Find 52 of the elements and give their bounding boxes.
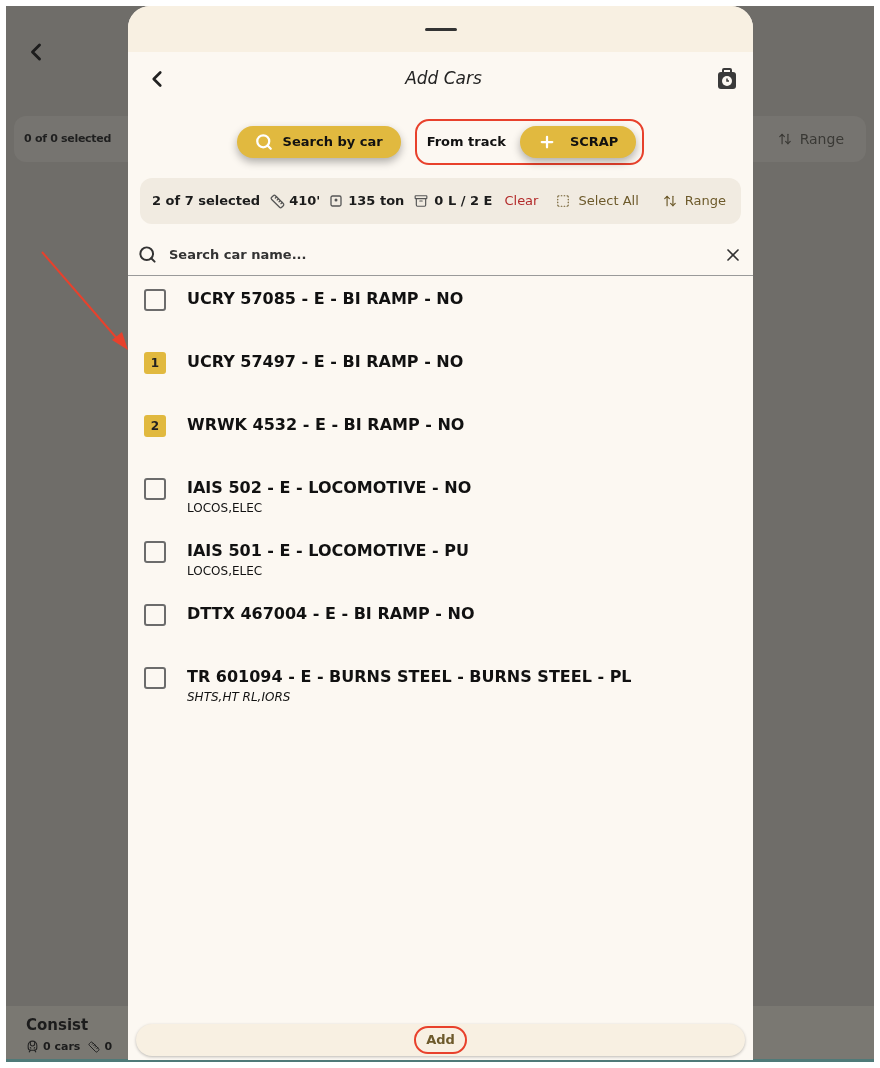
ruler-icon <box>88 1040 101 1053</box>
car-list-item[interactable]: DTTX 467004 - E - BI RAMP - NO <box>128 601 753 664</box>
selection-count: 0 of 0 selected <box>24 130 111 147</box>
car-list-item[interactable]: TR 601094 - E - BURNS STEEL - BURNS STEEL - PL SHTS,HT RL,IORS <box>128 664 753 727</box>
clear-button[interactable]: Clear <box>504 191 539 211</box>
consist-length: 0 <box>104 1038 113 1055</box>
car-name: UCRY 57085 - E - BI RAMP - NO <box>187 288 464 310</box>
car-detail: LOCOS,ELEC <box>187 500 264 516</box>
car-name: WRWK 4532 - E - BI RAMP - NO <box>187 414 465 436</box>
select-all-button[interactable]: Select All <box>578 191 639 211</box>
car-name: TR 601094 - E - BURNS STEEL - BURNS STEEL - PL <box>187 666 632 688</box>
sort-arrows-icon <box>777 132 792 146</box>
track-button[interactable]: SCRAP <box>519 126 637 158</box>
search-by-car-button[interactable]: Search by car <box>236 126 401 158</box>
sort-arrows-icon <box>662 194 677 208</box>
checkbox[interactable] <box>144 541 166 563</box>
load-empty-count: 0 L / 2 E <box>434 192 493 211</box>
car-name: IAIS 501 - E - LOCOMOTIVE - PU <box>187 540 470 562</box>
order-badge[interactable]: 2 <box>144 415 166 437</box>
car-list-item[interactable]: 1 UCRY 57497 - E - BI RAMP - NO <box>128 349 753 412</box>
car-count: 0 cars <box>43 1038 81 1055</box>
box-clock-icon[interactable] <box>717 68 737 90</box>
search-icon <box>254 133 273 151</box>
sheet-title: Add Cars <box>405 67 482 91</box>
range-button[interactable]: Range <box>684 191 726 211</box>
car-list-item[interactable]: 2 WRWK 4532 - E - BI RAMP - NO <box>128 412 753 475</box>
add-button[interactable]: Add <box>414 1026 467 1054</box>
total-length: 410' <box>289 192 321 211</box>
car-list-item[interactable]: IAIS 502 - E - LOCOMOTIVE - NO LOCOS,ELEC <box>128 475 753 538</box>
total-weight: 135 ton <box>348 192 405 211</box>
car-detail: SHTS,HT RL,IORS <box>187 689 292 705</box>
car-list-item[interactable]: IAIS 501 - E - LOCOMOTIVE - PU LOCOS,ELEC <box>128 538 753 601</box>
ruler-icon <box>270 193 286 209</box>
search-icon <box>138 245 157 264</box>
search-field[interactable]: Search car name... <box>169 244 711 265</box>
checkbox[interactable] <box>144 478 166 500</box>
from-track-label: From track <box>426 133 506 152</box>
archive-icon <box>414 194 429 208</box>
select-all-icon <box>556 194 571 208</box>
checkbox[interactable] <box>144 604 166 626</box>
drag-handle[interactable] <box>424 27 457 31</box>
consist-title: Consist <box>26 1015 90 1036</box>
car-name: UCRY 57497 - E - BI RAMP - NO <box>187 351 464 373</box>
order-badge[interactable]: 1 <box>144 352 166 374</box>
train-icon <box>26 1040 39 1054</box>
selected-count: 2 of 7 selected <box>152 192 261 211</box>
car-name: IAIS 502 - E - LOCOMOTIVE - NO <box>187 477 472 499</box>
car-list-item[interactable]: UCRY 57085 - E - BI RAMP - NO <box>128 286 753 349</box>
checkbox[interactable] <box>144 289 166 311</box>
car-detail: LOCOS,ELEC <box>187 563 264 579</box>
car-name: DTTX 467004 - E - BI RAMP - NO <box>187 603 475 625</box>
checkbox[interactable] <box>144 667 166 689</box>
